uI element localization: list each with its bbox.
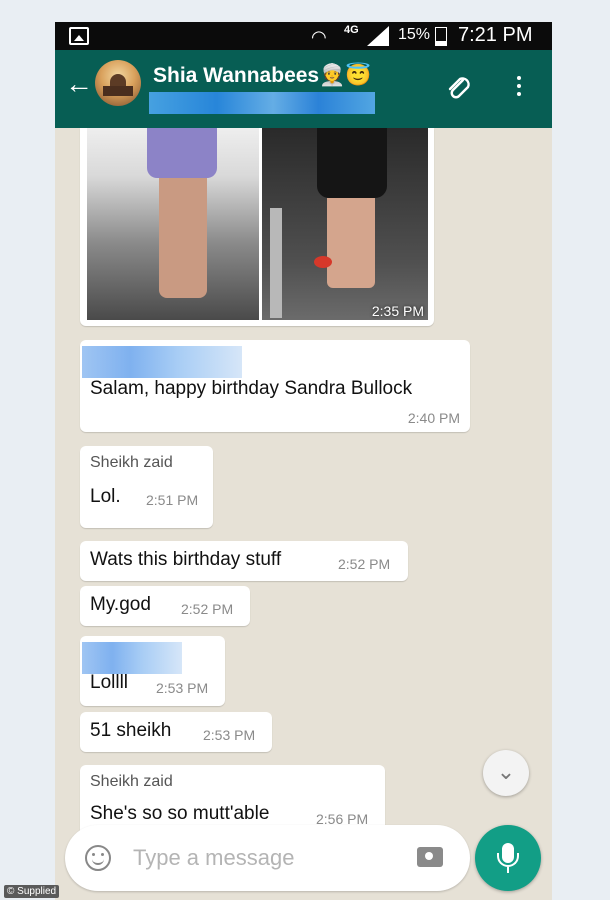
message-time: 2:35 PM [371, 303, 424, 319]
message-bubble[interactable]: Sheikh zaid Lol. 2:51 PM [80, 446, 213, 528]
battery-icon [435, 27, 447, 46]
emoji-icon[interactable] [85, 845, 111, 871]
message-text: My.god [90, 594, 151, 615]
message-input[interactable]: Type a message [65, 825, 470, 891]
sender-name: Sheikh zaid [90, 773, 173, 790]
photo-left[interactable] [87, 128, 259, 320]
message-bubble[interactable]: My.god 2:52 PM [80, 586, 250, 626]
more-vert-icon[interactable] [517, 76, 521, 100]
message-time: 2:52 PM [338, 556, 391, 572]
redacted-sender [82, 642, 182, 674]
network-type: 4G [344, 24, 359, 36]
chat-header: ← Shia Wannabees👳😇 [55, 50, 552, 128]
message-input-placeholder[interactable]: Type a message [133, 845, 294, 871]
message-bubble[interactable]: Lollll 2:53 PM [80, 636, 225, 706]
sender-name: Sheikh zaid [90, 454, 173, 471]
chevron-down-icon[interactable]: ⌄ [483, 750, 529, 796]
message-bubble[interactable]: Wats this birthday stuff 2:52 PM [80, 541, 408, 581]
signal-icon [367, 26, 389, 46]
message-bubble[interactable]: 51 sheikh 2:53 PM [80, 712, 272, 752]
message-time: 2:53 PM [156, 680, 209, 696]
message-time: 2:51 PM [146, 492, 199, 508]
image-credit: © Supplied [4, 885, 60, 898]
photo-right[interactable] [262, 128, 428, 320]
redacted-subtitle [149, 92, 375, 114]
message-text: Wats this birthday stuff [90, 549, 282, 570]
battery-percent: 15% [398, 26, 431, 43]
message-bubble[interactable]: Salam, happy birthday Sandra Bullock 2:4… [80, 340, 470, 432]
message-text: Lol. [90, 486, 121, 507]
group-avatar[interactable] [95, 60, 141, 106]
message-text: She's so so mutt'able [90, 803, 270, 824]
status-clock: 7:21 PM [458, 24, 533, 46]
wifi-icon: ◠ [311, 27, 327, 47]
message-text: Salam, happy birthday Sandra Bullock [90, 378, 413, 399]
status-bar: ◠ 4G 15% 7:21 PM [55, 22, 552, 50]
redacted-sender [82, 346, 242, 378]
message-time: 2:40 PM [407, 410, 460, 426]
message-text: Lollll [90, 672, 129, 693]
paperclip-icon[interactable] [443, 72, 473, 102]
photo-message[interactable]: 2:35 PM [80, 128, 434, 326]
phone-screen: ◠ 4G 15% 7:21 PM ← Shia Wannabees👳😇 2:35… [55, 22, 552, 900]
back-arrow-icon[interactable]: ← [65, 70, 93, 98]
mic-icon[interactable] [475, 825, 541, 891]
camera-icon[interactable] [417, 847, 443, 867]
message-time: 2:52 PM [181, 601, 234, 617]
message-text: 51 sheikh [90, 720, 172, 741]
message-time: 2:53 PM [203, 727, 256, 743]
message-list: 2:35 PM Salam, happy birthday Sandra Bul… [55, 128, 552, 838]
group-title[interactable]: Shia Wannabees👳😇 [153, 64, 371, 88]
image-icon [69, 27, 89, 45]
